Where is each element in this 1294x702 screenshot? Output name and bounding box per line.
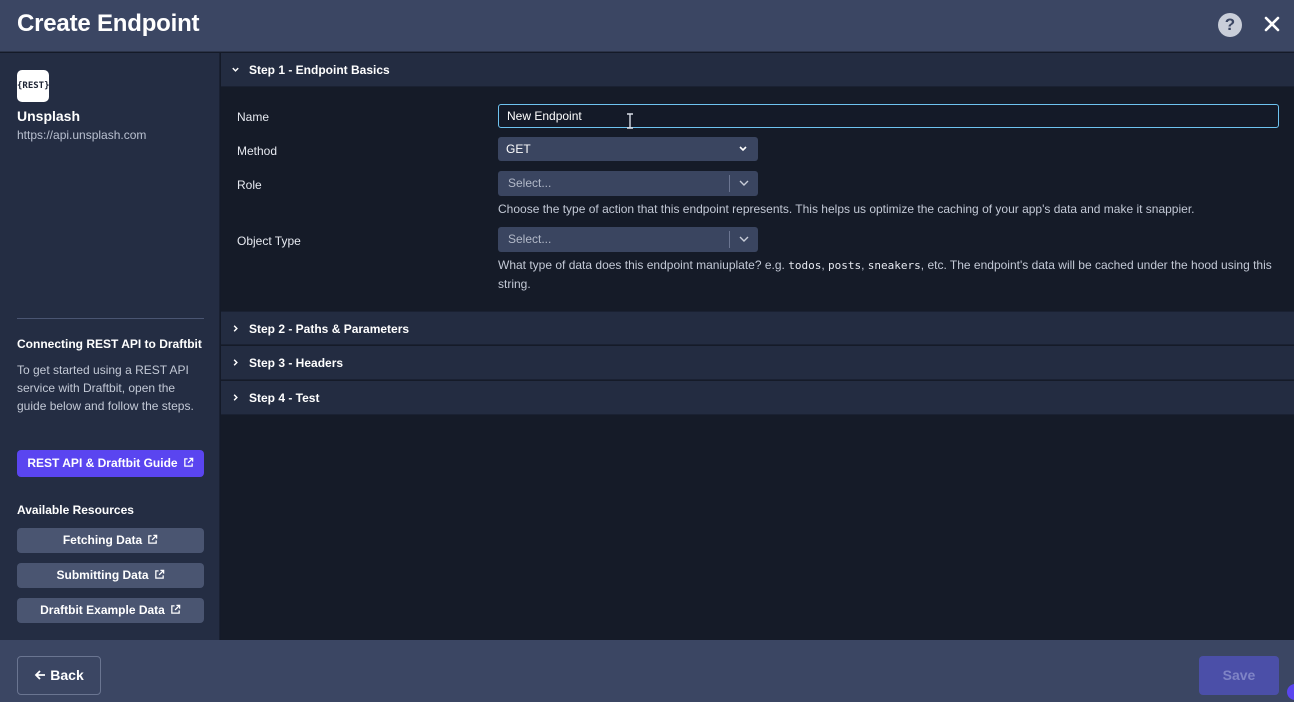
- header: Create Endpoint ?: [0, 0, 1294, 52]
- back-label: Back: [50, 667, 83, 683]
- back-button[interactable]: Back: [17, 656, 101, 695]
- step-1-header[interactable]: Step 1 - Endpoint Basics: [221, 53, 1294, 87]
- external-link-icon: [154, 569, 165, 580]
- text-cursor-icon: [626, 113, 634, 129]
- role-placeholder: Select...: [508, 176, 551, 190]
- resources-title: Available Resources: [17, 503, 134, 517]
- footer: Back Save: [0, 640, 1294, 702]
- chevron-down-icon: [738, 145, 748, 153]
- resource-label: Fetching Data: [63, 533, 142, 547]
- method-value: GET: [506, 142, 531, 156]
- save-button[interactable]: Save: [1199, 656, 1279, 695]
- step-label: Step 2 - Paths & Parameters: [249, 322, 409, 336]
- step-label: Step 3 - Headers: [249, 356, 343, 370]
- step-2-header[interactable]: Step 2 - Paths & Parameters: [221, 311, 1294, 345]
- resource-label: Draftbit Example Data: [40, 603, 165, 617]
- object-type-select[interactable]: Select...: [498, 227, 758, 252]
- role-label: Role: [237, 178, 262, 192]
- chevron-down-icon: [738, 179, 750, 188]
- resource-fetching-data-button[interactable]: Fetching Data: [17, 528, 204, 553]
- name-label: Name: [237, 110, 269, 124]
- object-type-label: Object Type: [237, 234, 301, 248]
- object-type-help-text: What type of data does this endpoint man…: [498, 256, 1288, 294]
- method-select[interactable]: GET: [498, 137, 758, 161]
- help-comma: ,: [861, 258, 868, 272]
- connecting-title: Connecting REST API to Draftbit: [17, 337, 202, 351]
- service-name: Unsplash: [17, 108, 80, 124]
- chevron-right-icon: [231, 358, 240, 367]
- help-prefix: What type of data does this endpoint man…: [498, 258, 788, 272]
- close-icon[interactable]: [1263, 15, 1281, 33]
- external-link-icon: [183, 457, 194, 468]
- guide-button-label: REST API & Draftbit Guide: [27, 456, 177, 470]
- main-panel: Step 1 - Endpoint Basics Name New Endpoi…: [221, 53, 1294, 640]
- object-type-placeholder: Select...: [508, 232, 551, 246]
- service-url: https://api.unsplash.com: [17, 128, 146, 142]
- rest-logo: {REST}: [17, 70, 49, 102]
- select-separator: [729, 175, 730, 192]
- code-todos: todos: [788, 259, 821, 272]
- name-input[interactable]: New Endpoint: [498, 104, 1279, 128]
- method-label: Method: [237, 144, 277, 158]
- select-separator: [729, 231, 730, 248]
- chevron-right-icon: [231, 393, 240, 402]
- page-title: Create Endpoint: [17, 10, 199, 38]
- step-label: Step 1 - Endpoint Basics: [249, 63, 390, 77]
- help-comma: ,: [821, 258, 828, 272]
- chat-launcher[interactable]: [1287, 684, 1294, 700]
- connecting-text: To get started using a REST API service …: [17, 361, 207, 415]
- help-icon[interactable]: ?: [1218, 13, 1242, 37]
- role-help-text: Choose the type of action that this endp…: [498, 200, 1288, 219]
- code-posts: posts: [828, 259, 861, 272]
- step-label: Step 4 - Test: [249, 391, 319, 405]
- chevron-down-icon: [231, 65, 240, 74]
- step-4-header[interactable]: Step 4 - Test: [221, 381, 1294, 415]
- external-link-icon: [147, 534, 158, 545]
- sidebar-divider: [17, 318, 204, 319]
- chevron-down-icon: [738, 235, 750, 244]
- external-link-icon: [170, 604, 181, 615]
- arrow-left-icon: [34, 669, 46, 681]
- chevron-right-icon: [231, 324, 240, 333]
- resource-submitting-data-button[interactable]: Submitting Data: [17, 563, 204, 588]
- resource-label: Submitting Data: [57, 568, 149, 582]
- resource-example-data-button[interactable]: Draftbit Example Data: [17, 598, 204, 623]
- code-sneakers: sneakers: [868, 259, 921, 272]
- role-select[interactable]: Select...: [498, 171, 758, 196]
- guide-button[interactable]: REST API & Draftbit Guide: [17, 450, 204, 477]
- sidebar: {REST} Unsplash https://api.unsplash.com…: [0, 53, 220, 640]
- step-3-header[interactable]: Step 3 - Headers: [221, 346, 1294, 380]
